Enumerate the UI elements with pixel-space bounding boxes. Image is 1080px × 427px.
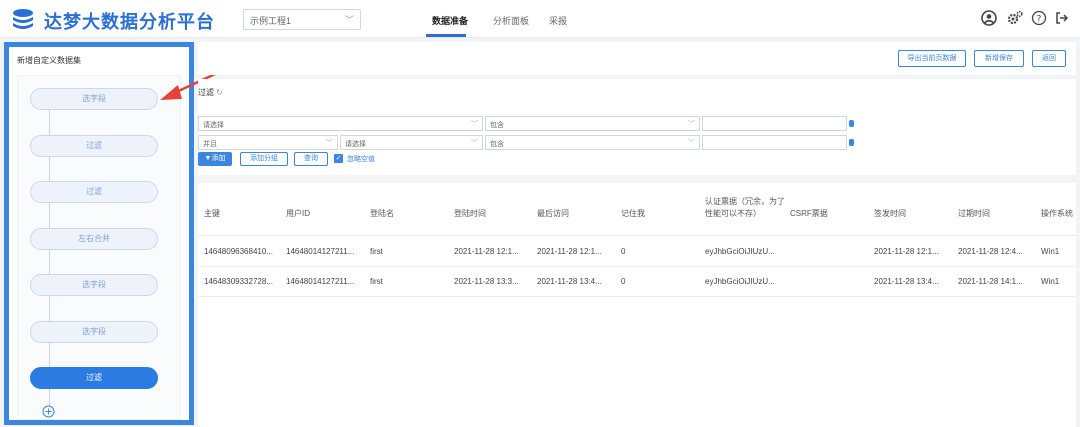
filter-value-input[interactable]: [702, 135, 847, 150]
column-header[interactable]: 登陆名: [370, 208, 394, 220]
settings-icon[interactable]: [1006, 9, 1024, 27]
project-select[interactable]: 示例工程1 ﹀: [243, 9, 361, 30]
table-cell: 2021-11-28 12:4...: [958, 247, 1023, 256]
filter-field-select[interactable]: 请选择 ﹀: [340, 135, 483, 150]
project-select-value: 示例工程1: [250, 16, 292, 26]
table-cell: 2021-11-28 12:1...: [537, 247, 602, 256]
top-bar: 达梦大数据分析平台 示例工程1 ﹀ 数据准备 分析面板 采报 ?: [0, 0, 1080, 38]
filter-operator-value: 包含: [490, 122, 504, 129]
plus-circle-icon[interactable]: [42, 405, 55, 418]
flow-node-merge[interactable]: 左右合并: [30, 228, 158, 250]
add-group-button[interactable]: 添加分组: [240, 152, 288, 166]
export-page-button[interactable]: 导出当前页数据: [898, 50, 966, 67]
table-cell: 14648014127211...: [286, 277, 355, 286]
filter-field-select[interactable]: 请选择 ﹀: [198, 116, 483, 131]
table-cell: eyJhbGciOiJIUzU...: [705, 277, 775, 286]
column-header[interactable]: 主键: [204, 208, 220, 220]
column-header[interactable]: CSRF票据: [790, 208, 828, 220]
brand-title: 达梦大数据分析平台: [44, 12, 215, 32]
column-header[interactable]: 过期时间: [958, 208, 990, 220]
back-button[interactable]: 返回: [1032, 50, 1066, 67]
filter-title: 过滤 ↻: [198, 87, 223, 98]
refresh-icon[interactable]: ↻: [216, 88, 223, 97]
active-tab-indicator: [426, 34, 466, 37]
filter-panel: 过滤 ↻ 请选择 ﹀ 包含 ﹀ 并且 ﹀ 请选择 ﹀ 包含 ﹀ ▼添加 添加分组 …: [198, 79, 1076, 175]
flow-node-select-fields[interactable]: 选字段: [30, 321, 158, 343]
chevron-down-icon: ﹀: [326, 140, 333, 147]
filter-operator-select[interactable]: 包含 ﹀: [485, 135, 700, 150]
filter-operator-select[interactable]: 包含 ﹀: [485, 116, 700, 131]
chevron-down-icon: ﹀: [688, 121, 695, 128]
logout-icon[interactable]: [1053, 9, 1071, 27]
tab-analysis-panel[interactable]: 分析面板: [493, 14, 529, 27]
filter-title-text: 过滤: [198, 88, 214, 97]
chevron-down-icon: ﹀: [688, 140, 695, 147]
tab-report[interactable]: 采报: [549, 14, 567, 27]
column-header[interactable]: 操作系统: [1041, 208, 1076, 220]
svg-text:?: ?: [1037, 15, 1042, 25]
table-cell: 0: [621, 247, 626, 256]
data-table: 主键 用户ID 登陆名 登陆时间 最后访问 记住我 认证票据（冗余，为了性能可以…: [198, 183, 1076, 427]
table-cell: 2021-11-28 12:1...: [454, 247, 519, 256]
column-header[interactable]: 登陆时间: [454, 208, 486, 220]
table-cell: 14648014127211...: [286, 247, 355, 256]
ignore-empty-label: 忽略空值: [347, 156, 375, 163]
filter-field-value: 请选择: [203, 122, 224, 129]
flow-node-select-fields[interactable]: 选字段: [30, 88, 158, 110]
table-header: 主键 用户ID 登陆名 登陆时间 最后访问 记住我 认证票据（冗余，为了性能可以…: [198, 188, 1076, 236]
flow-node-filter[interactable]: 过滤: [30, 181, 158, 203]
left-panel-title: 新增自定义数据集: [17, 56, 81, 65]
flow-node-filter[interactable]: 过滤: [30, 135, 158, 157]
chevron-down-icon: ﹀: [344, 15, 354, 25]
tab-data-prep[interactable]: 数据准备: [432, 14, 468, 27]
remove-condition-icon[interactable]: [849, 139, 854, 146]
table-row[interactable]: 14648096368410... 14648014127211... firs…: [198, 237, 1076, 267]
filter-logic-value: 并且: [203, 141, 217, 148]
table-cell: 2021-11-28 13:4...: [874, 277, 939, 286]
column-header[interactable]: 用户ID: [286, 208, 310, 220]
table-cell: first: [370, 277, 383, 286]
table-cell: Win1: [1041, 247, 1060, 256]
filter-operator-value: 包含: [490, 141, 504, 148]
table-row[interactable]: 14648309332728... 14648014127211... firs…: [198, 267, 1076, 297]
table-cell: Win1: [1041, 277, 1060, 286]
query-button[interactable]: 查询: [294, 152, 328, 166]
add-condition-button[interactable]: ▼添加: [198, 152, 232, 166]
user-icon[interactable]: [980, 9, 998, 27]
flow-node-filter-active[interactable]: 过滤: [30, 367, 158, 389]
table-cell: 2021-11-28 14:1...: [958, 277, 1023, 286]
remove-condition-icon[interactable]: [849, 120, 854, 127]
table-cell: first: [370, 247, 383, 256]
filter-value-input[interactable]: [702, 116, 847, 131]
table-cell: 0: [621, 277, 626, 286]
ignore-empty-checkbox[interactable]: ✓: [334, 154, 343, 163]
action-toolbar: 导出当前页数据 新增保存 返回: [198, 42, 1076, 75]
table-cell: 2021-11-28 13:4...: [537, 277, 602, 286]
table-cell: 14648096368410...: [204, 247, 273, 256]
help-icon[interactable]: ?: [1030, 9, 1048, 27]
filter-field-value: 请选择: [345, 141, 366, 148]
save-new-button[interactable]: 新增保存: [974, 50, 1024, 67]
column-header[interactable]: 签发时间: [874, 208, 906, 220]
column-header[interactable]: 最后访问: [537, 208, 569, 220]
table-cell: 14648309332728...: [204, 277, 273, 286]
chevron-down-icon: ﹀: [471, 121, 478, 128]
table-cell: eyJhbGciOiJIUzU...: [705, 247, 775, 256]
logo-icon: [13, 9, 33, 29]
table-cell: 2021-11-28 13:3...: [454, 277, 519, 286]
table-cell: 2021-11-28 12:1...: [874, 247, 939, 256]
column-header[interactable]: 记住我: [621, 208, 645, 220]
filter-logic-select[interactable]: 并且 ﹀: [198, 135, 338, 150]
column-header[interactable]: 认证票据（冗余，为了性能可以不存）: [705, 196, 791, 220]
chevron-down-icon: ﹀: [471, 140, 478, 147]
flow-node-select-fields[interactable]: 选字段: [30, 274, 158, 296]
